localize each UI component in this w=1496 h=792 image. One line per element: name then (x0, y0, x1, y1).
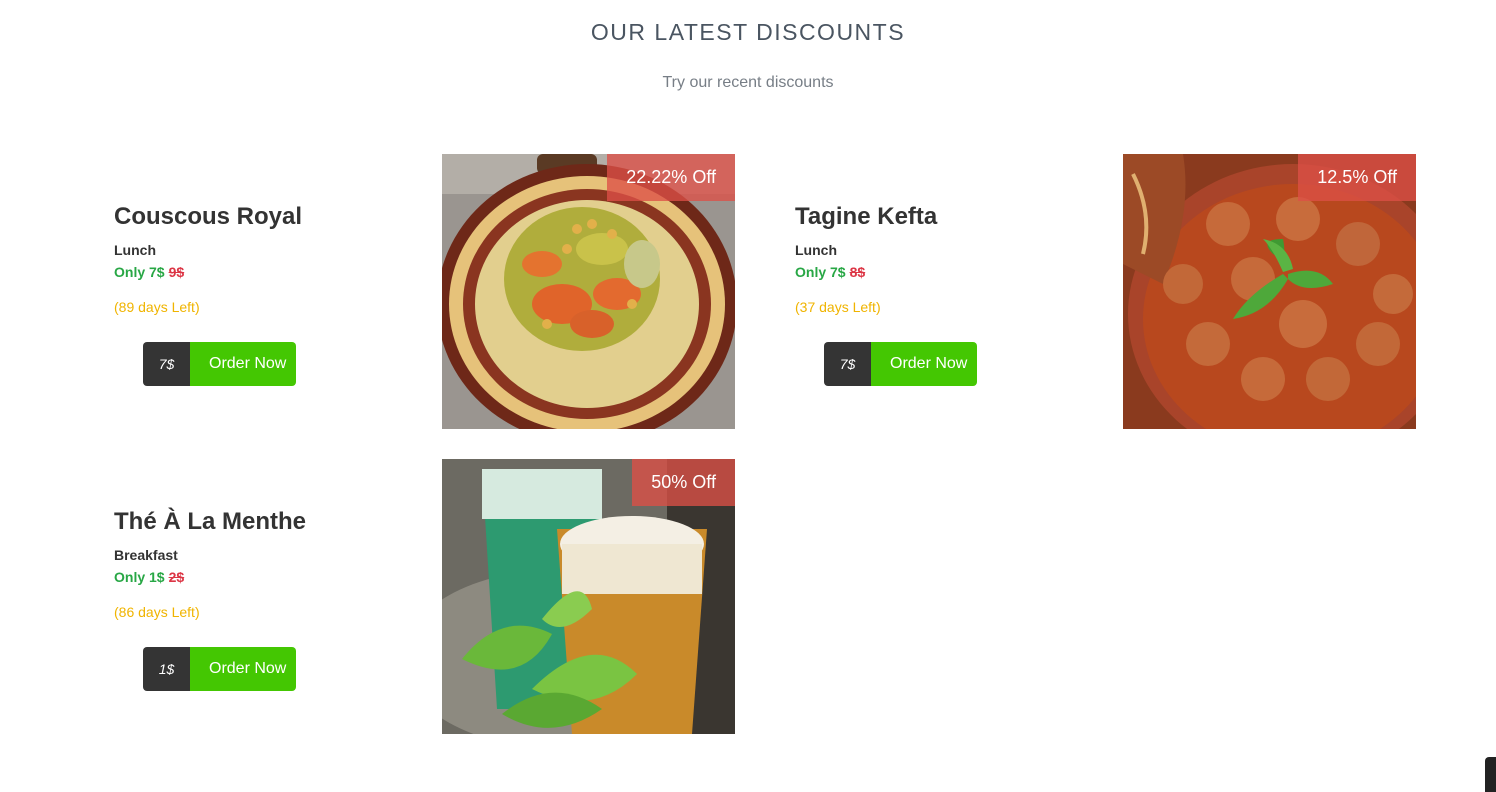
discounted-price: Only 7$ (795, 264, 846, 280)
dish-name: Thé À La Menthe (114, 508, 307, 535)
chat-widget-button[interactable] (1485, 757, 1496, 792)
old-price: 9$ (168, 264, 185, 280)
days-left: (89 days Left) (114, 299, 200, 315)
order-now-button[interactable]: Order Now (190, 647, 297, 691)
couscous-dish-image: 22.22% Off (442, 154, 735, 429)
dish-name: Tagine Kefta (795, 203, 938, 230)
discount-card-info: Thé À La Menthe Breakfast Only 1$ 2$ (86 … (114, 459, 414, 734)
order-price-tag: 7$ (824, 342, 871, 386)
discount-card: Thé À La Menthe Breakfast Only 1$ 2$ (86 … (114, 459, 795, 734)
days-left: (86 days Left) (114, 604, 200, 620)
section-subtitle: Try our recent discounts (662, 74, 834, 91)
order-price-tag: 7$ (143, 342, 190, 386)
price-line: Only 1$ 2$ (114, 569, 184, 585)
order-group: 1$ Order Now (143, 647, 297, 691)
price-line: Only 7$ 9$ (114, 264, 184, 280)
discount-card: Couscous Royal Lunch Only 7$ 9$ (89 days … (114, 154, 795, 429)
dish-category: Lunch (795, 242, 837, 258)
discount-card: Tagine Kefta Lunch Only 7$ 8$ (37 days Le… (795, 154, 1476, 429)
order-group: 7$ Order Now (824, 342, 978, 386)
dish-category: Lunch (114, 242, 156, 258)
order-now-button[interactable]: Order Now (190, 342, 297, 386)
old-price: 2$ (168, 569, 185, 585)
old-price: 8$ (849, 264, 866, 280)
order-price-tag: 1$ (143, 647, 190, 691)
discount-card-info: Couscous Royal Lunch Only 7$ 9$ (89 days … (114, 154, 414, 429)
discount-badge: 12.5% Off (1298, 154, 1416, 201)
discount-badge: 50% Off (632, 459, 735, 506)
dish-name: Couscous Royal (114, 203, 303, 230)
discounted-price: Only 7$ (114, 264, 165, 280)
discounted-price: Only 1$ (114, 569, 165, 585)
price-line: Only 7$ 8$ (795, 264, 865, 280)
tagine-dish-image: 12.5% Off (1123, 154, 1416, 429)
mint-tea-image: 50% Off (442, 459, 735, 734)
section-title: OUR LATEST DISCOUNTS (590, 19, 906, 45)
days-left: (37 days Left) (795, 299, 881, 315)
order-now-button[interactable]: Order Now (871, 342, 978, 386)
dish-category: Breakfast (114, 547, 178, 563)
order-group: 7$ Order Now (143, 342, 297, 386)
discount-badge: 22.22% Off (607, 154, 735, 201)
discount-card-info: Tagine Kefta Lunch Only 7$ 8$ (37 days Le… (795, 154, 1095, 429)
